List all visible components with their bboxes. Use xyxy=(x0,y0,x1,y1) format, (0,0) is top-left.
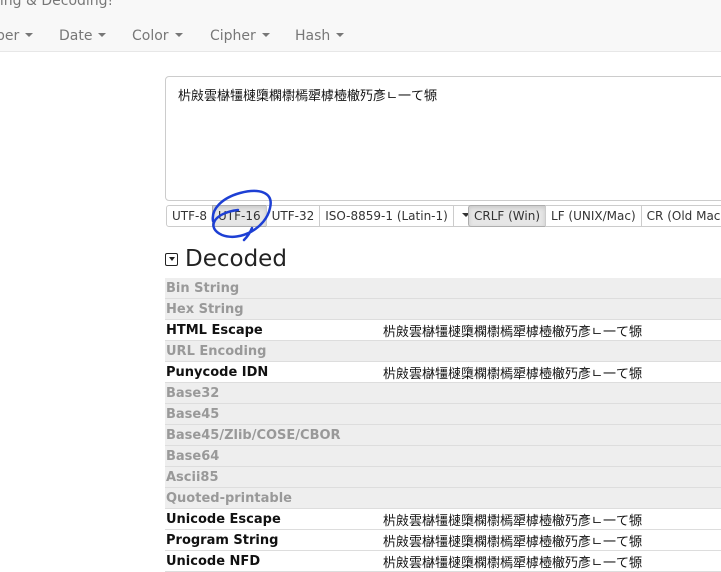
line-ending-cr-button[interactable]: CR (Old Mac) xyxy=(640,205,721,227)
line-ending-button-group: CRLF (Win) LF (UNIX/Mac) CR (Old Mac) xyxy=(468,205,721,227)
row-label: Base45/Zlib/COSE/CBOR xyxy=(166,427,341,443)
nav-item-hash[interactable]: Hash xyxy=(295,28,345,44)
table-row: HTML Escape 㭊㪐雲㯎㹔㯈㯐㯗㯹㯊㹕㯉㯛㯙㱙彥ㄴ一て㹉 xyxy=(165,320,721,341)
table-row: Base64 xyxy=(165,446,721,467)
row-label: URL Encoding xyxy=(166,343,267,359)
decoded-results-table: Bin String Hex String HTML Escape 㭊㪐雲㯎㹔㯈㯐㯗㯹… xyxy=(165,278,721,572)
table-row: URL Encoding xyxy=(165,341,721,362)
row-label: HTML Escape xyxy=(166,322,263,338)
row-label: Quoted-printable xyxy=(166,490,292,506)
row-label: Base64 xyxy=(166,448,220,464)
encoding-utf32-button[interactable]: UTF-32 xyxy=(265,205,321,227)
row-label: Unicode NFD xyxy=(166,553,261,569)
table-row: Unicode NFD 㭊㪐雲㯎㹔㯈㯐㯗㯹㯊㹕㯉㯛㯙㱙彥ㄴ一て㹉 xyxy=(165,551,721,572)
row-value: 㭊㪐雲㯎㹔㯈㯐㯗㯹㯊㹕㯉㯛㯙㱙彥ㄴ一て㹉 xyxy=(383,534,642,550)
row-label: Ascii85 xyxy=(166,469,219,485)
collapse-toggle-icon[interactable] xyxy=(165,252,178,266)
nav-item-color[interactable]: Color xyxy=(132,28,183,44)
nav-item-label: ber xyxy=(0,28,20,44)
line-ending-crlf-button[interactable]: CRLF (Win) xyxy=(468,205,547,227)
row-label: Hex String xyxy=(166,301,244,317)
table-row: Ascii85 xyxy=(165,467,721,488)
encoding-utf16-button[interactable]: UTF-16 xyxy=(211,205,267,227)
line-ending-lf-button[interactable]: LF (UNIX/Mac) xyxy=(545,205,642,227)
nav-item-number[interactable]: ber xyxy=(0,28,34,44)
nav-item-date[interactable]: Date xyxy=(59,28,107,44)
table-row: Base45 xyxy=(165,404,721,425)
row-label: Base32 xyxy=(166,385,220,401)
caret-down-icon xyxy=(336,33,345,37)
encoding-button-group: UTF-8 UTF-16 UTF-32 ISO-8859-1 (Latin-1) xyxy=(166,205,479,227)
input-textarea[interactable]: 㭊㪐雲㯎㹔㯈㯐㯗㯹㯊㹕㯉㯛㯙㱙彥ㄴ一て㹉 xyxy=(165,76,721,201)
caret-down-icon xyxy=(261,33,270,37)
table-row: Quoted-printable xyxy=(165,488,721,509)
table-row: Program String 㭊㪐雲㯎㹔㯈㯐㯗㯹㯊㹕㯉㯛㯙㱙彥ㄴ一て㹉 xyxy=(165,530,721,551)
decoded-section-header[interactable]: Decoded xyxy=(165,245,287,273)
row-label: Base45 xyxy=(166,406,220,422)
caret-down-icon xyxy=(98,33,107,37)
table-row: Base45/Zlib/COSE/CBOR xyxy=(165,425,721,446)
row-value: 㭊㪐雲㯎㹔㯈㯐㯗㯹㯊㹕㯉㯛㯙㱙彥ㄴ一て㹉 xyxy=(383,366,642,382)
nav-item-label: Hash xyxy=(295,28,331,44)
nav-item-cipher[interactable]: Cipher xyxy=(210,28,270,44)
row-label: Punycode IDN xyxy=(166,364,269,380)
caret-down-icon xyxy=(174,33,183,37)
table-row: Unicode Escape 㭊㪐雲㯎㹔㯈㯐㯗㯹㯊㹕㯉㯛㯙㱙彥ㄴ一て㹉 xyxy=(165,509,721,530)
row-label: Unicode Escape xyxy=(166,511,281,527)
encoding-utf8-button[interactable]: UTF-8 xyxy=(166,205,213,227)
navbar: ling & Decoding! ber Date Color Cipher H… xyxy=(0,0,721,52)
nav-item-label: Date xyxy=(59,28,93,44)
row-value: 㭊㪐雲㯎㹔㯈㯐㯗㯹㯊㹕㯉㯛㯙㱙彥ㄴ一て㹉 xyxy=(383,513,642,529)
section-title: Decoded xyxy=(185,246,287,272)
table-row: Bin String xyxy=(165,278,721,299)
row-label: Program String xyxy=(166,532,279,548)
brand-title[interactable]: ling & Decoding! xyxy=(0,0,113,9)
nav-item-label: Cipher xyxy=(210,28,256,44)
table-row: Hex String xyxy=(165,299,721,320)
table-row: Punycode IDN 㭊㪐雲㯎㹔㯈㯐㯗㯹㯊㹕㯉㯛㯙㱙彥ㄴ一て㹉 xyxy=(165,362,721,383)
table-row: Base32 xyxy=(165,383,721,404)
row-label: Bin String xyxy=(166,280,240,296)
nav-item-label: Color xyxy=(132,28,169,44)
row-value: 㭊㪐雲㯎㹔㯈㯐㯗㯹㯊㹕㯉㯛㯙㱙彥ㄴ一て㹉 xyxy=(383,324,642,340)
encoding-latin1-button[interactable]: ISO-8859-1 (Latin-1) xyxy=(319,205,454,227)
caret-down-icon xyxy=(25,33,34,37)
row-value: 㭊㪐雲㯎㹔㯈㯐㯗㯹㯊㹕㯉㯛㯙㱙彥ㄴ一て㹉 xyxy=(383,555,642,571)
